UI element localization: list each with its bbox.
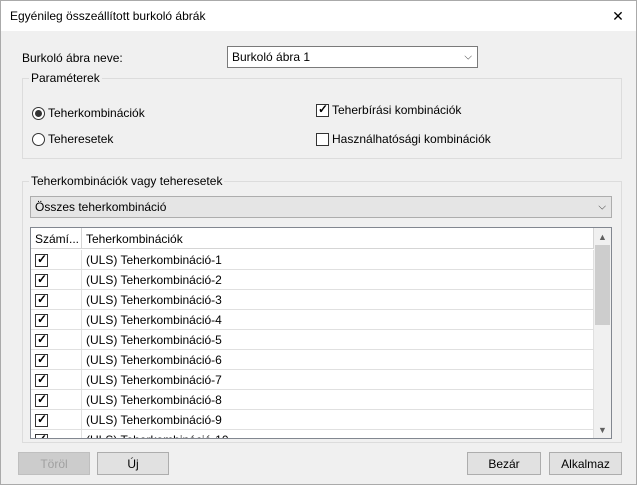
- radio-load-cases-label: Teheresetek: [48, 132, 114, 146]
- row-calculate-cell[interactable]: [31, 350, 82, 370]
- parameters-legend: Paraméterek: [29, 71, 102, 85]
- title-bar: Egyénileg összeállított burkoló ábrák ✕: [1, 1, 636, 31]
- checkbox-checked-icon[interactable]: [35, 252, 48, 267]
- check-uls-combinations[interactable]: Teherbírási kombinációk: [316, 102, 462, 117]
- column-header-combinations[interactable]: Teherkombinációk: [82, 228, 594, 249]
- row-combination-name: (ULS) Teherkombináció-5: [82, 330, 594, 350]
- row-calculate-cell[interactable]: [31, 290, 82, 310]
- delete-button[interactable]: Töröl: [18, 452, 90, 475]
- table-row[interactable]: (ULS) Teherkombináció-9: [31, 410, 594, 430]
- table-row[interactable]: (ULS) Teherkombináció-2: [31, 270, 594, 290]
- table-row[interactable]: (ULS) Teherkombináció-5: [31, 330, 594, 350]
- grid-header: Számí... Teherkombinációk: [31, 228, 594, 249]
- apply-button[interactable]: Alkalmaz: [549, 452, 622, 475]
- row-combination-name: (ULS) Teherkombináció-8: [82, 390, 594, 410]
- radio-load-combinations[interactable]: Teherkombinációk: [32, 106, 145, 120]
- row-calculate-cell[interactable]: [31, 250, 82, 270]
- new-button[interactable]: Új: [97, 452, 169, 475]
- scroll-up-icon[interactable]: ▲: [594, 228, 611, 245]
- dialog-window: Egyénileg összeállított burkoló ábrák ✕ …: [0, 0, 637, 485]
- row-combination-name: (ULS) Teherkombináció-4: [82, 310, 594, 330]
- radio-unselected-icon: [32, 132, 45, 146]
- row-calculate-cell[interactable]: [31, 410, 82, 430]
- checkbox-unchecked-icon: [316, 132, 329, 146]
- row-combination-name: (ULS) Teherkombináció-9: [82, 410, 594, 430]
- table-row[interactable]: (ULS) Teherkombináció-3: [31, 290, 594, 310]
- row-combination-name: (ULS) Teherkombináció-2: [82, 270, 594, 290]
- table-row[interactable]: (ULS) Teherkombináció-10: [31, 430, 594, 438]
- table-row[interactable]: (ULS) Teherkombináció-7: [31, 370, 594, 390]
- envelope-name-value: Burkoló ábra 1: [232, 50, 311, 64]
- table-row[interactable]: (ULS) Teherkombináció-8: [31, 390, 594, 410]
- row-calculate-cell[interactable]: [31, 270, 82, 290]
- check-uls-label: Teherbírási kombinációk: [332, 103, 462, 117]
- close-button[interactable]: Bezár: [467, 452, 541, 475]
- row-combination-name: (ULS) Teherkombináció-1: [82, 250, 594, 270]
- envelope-name-combo[interactable]: Burkoló ábra 1 ⌵: [227, 46, 478, 68]
- checkbox-checked-icon[interactable]: [35, 332, 48, 347]
- column-header-calculate[interactable]: Számí...: [31, 228, 82, 249]
- check-sls-combinations[interactable]: Használhatósági kombinációk: [316, 132, 491, 146]
- checkbox-checked-icon[interactable]: [35, 312, 48, 327]
- close-icon[interactable]: ✕: [600, 1, 636, 31]
- row-combination-name: (ULS) Teherkombináció-7: [82, 370, 594, 390]
- row-calculate-cell[interactable]: [31, 310, 82, 330]
- source-legend: Teherkombinációk vagy teheresetek: [29, 174, 225, 188]
- load-combination-grid: Számí... Teherkombinációk (ULS) Teherkom…: [30, 227, 612, 439]
- radio-load-cases[interactable]: Teheresetek: [32, 132, 113, 146]
- check-sls-label: Használhatósági kombinációk: [332, 132, 491, 146]
- scroll-thumb[interactable]: [595, 245, 610, 325]
- radio-selected-icon: [32, 106, 45, 120]
- checkbox-checked-icon[interactable]: [35, 392, 48, 407]
- checkbox-checked-icon: [316, 102, 329, 117]
- checkbox-checked-icon[interactable]: [35, 432, 48, 438]
- window-title: Egyénileg összeállított burkoló ábrák: [10, 9, 206, 23]
- vertical-scrollbar[interactable]: ▲ ▼: [594, 228, 611, 438]
- row-calculate-cell[interactable]: [31, 330, 82, 350]
- source-filter-value: Összes teherkombináció: [35, 200, 167, 214]
- row-calculate-cell[interactable]: [31, 430, 82, 438]
- table-row[interactable]: (ULS) Teherkombináció-1: [31, 250, 594, 270]
- radio-load-combinations-label: Teherkombinációk: [48, 106, 145, 120]
- checkbox-checked-icon[interactable]: [35, 272, 48, 287]
- checkbox-checked-icon[interactable]: [35, 412, 48, 427]
- source-filter-combo[interactable]: Összes teherkombináció ⌵: [30, 196, 612, 218]
- chevron-down-icon: ⌵: [464, 51, 472, 63]
- table-row[interactable]: (ULS) Teherkombináció-6: [31, 350, 594, 370]
- row-combination-name: (ULS) Teherkombináció-6: [82, 350, 594, 370]
- row-calculate-cell[interactable]: [31, 370, 82, 390]
- row-calculate-cell[interactable]: [31, 390, 82, 410]
- row-combination-name: (ULS) Teherkombináció-3: [82, 290, 594, 310]
- checkbox-checked-icon[interactable]: [35, 292, 48, 307]
- name-field-label: Burkoló ábra neve:: [22, 51, 123, 65]
- chevron-down-icon: ⌵: [598, 201, 606, 213]
- table-row[interactable]: (ULS) Teherkombináció-4: [31, 310, 594, 330]
- row-combination-name: (ULS) Teherkombináció-10: [82, 430, 594, 438]
- scroll-down-icon[interactable]: ▼: [594, 421, 611, 438]
- checkbox-checked-icon[interactable]: [35, 352, 48, 367]
- checkbox-checked-icon[interactable]: [35, 372, 48, 387]
